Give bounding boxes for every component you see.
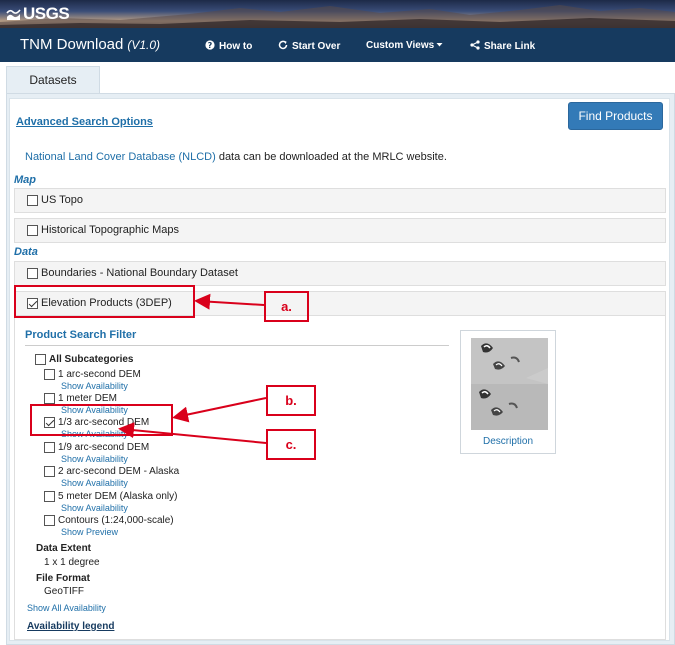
share-icon [470, 40, 480, 53]
app-title-text: TNM Download [20, 36, 124, 53]
section-label-map: Map [14, 174, 36, 186]
usgs-logo[interactable]: USGS [6, 3, 70, 25]
boundaries-checkbox[interactable] [27, 268, 38, 279]
subcategory-label: Contours (1:24,000-scale) [58, 515, 174, 526]
highlight-elevation-products [14, 285, 195, 318]
data-extent-label: Data Extent [36, 543, 92, 554]
subcategory-1-meter[interactable]: 1 meter DEM [44, 393, 117, 404]
all-subcategories-checkbox[interactable] [35, 354, 46, 365]
advanced-search-link[interactable]: Advanced Search Options [16, 116, 153, 128]
highlight-1-3-arc-second [30, 404, 173, 436]
datasets-content: Advanced Search Options Find Products Na… [9, 98, 670, 641]
elevation-hillshade-thumbnail [471, 338, 548, 430]
subcategory-contours[interactable]: Contours (1:24,000-scale) [44, 515, 174, 526]
description-link[interactable]: Description [461, 436, 555, 447]
subcategory-checkbox[interactable] [44, 442, 55, 453]
app-title: TNM Download (V1.0) [20, 36, 160, 53]
all-subcategories-label: All Subcategories [49, 354, 134, 365]
mountain-banner-graphic [0, 5, 675, 28]
subcategory-2-arc-second-alaska[interactable]: 2 arc-second DEM - Alaska [44, 466, 179, 477]
nlcd-note-text: data can be downloaded at the MRLC websi… [215, 151, 447, 163]
custom-views-label: Custom Views [366, 40, 435, 51]
show-preview-link[interactable]: Show Preview [61, 527, 118, 537]
nlcd-link[interactable]: National Land Cover Database (NLCD) [25, 151, 216, 163]
all-subcategories-option[interactable]: All Subcategories [35, 354, 133, 365]
find-products-button[interactable]: Find Products [568, 102, 663, 130]
show-availability-link[interactable]: Show Availability [61, 478, 128, 488]
start-over-link[interactable]: Start Over [278, 40, 340, 53]
file-format-value: GeoTIFF [44, 586, 85, 597]
historical-label: Historical Topographic Maps [41, 224, 179, 236]
tab-bar: Datasets [0, 62, 675, 94]
subcategory-label: 1/9 arc-second DEM [58, 442, 150, 453]
show-availability-link[interactable]: Show Availability [61, 381, 128, 391]
availability-legend-link[interactable]: Availability legend [27, 621, 114, 632]
caret-down-icon [436, 40, 443, 51]
question-circle-icon: ? [205, 40, 215, 53]
show-availability-link[interactable]: Show Availability [61, 454, 128, 464]
show-all-availability-link[interactable]: Show All Availability [27, 603, 106, 613]
usgs-logo-text: USGS [23, 4, 70, 23]
dataset-row-us-topo[interactable]: US Topo [14, 188, 666, 213]
show-availability-link[interactable]: Show Availability [61, 503, 128, 513]
subcategory-label: 1 meter DEM [58, 393, 117, 404]
section-label-data: Data [14, 246, 38, 258]
usgs-banner: USGS [0, 0, 675, 28]
dataset-row-historical[interactable]: Historical Topographic Maps [14, 218, 666, 243]
usgs-wave-icon [6, 9, 21, 20]
us-topo-label: US Topo [41, 194, 83, 206]
historical-checkbox[interactable] [27, 225, 38, 236]
top-nav-bar: TNM Download (V1.0) ? How to Start Over C… [0, 28, 675, 62]
refresh-icon [278, 40, 288, 53]
subcategory-checkbox[interactable] [44, 393, 55, 404]
us-topo-checkbox[interactable] [27, 195, 38, 206]
product-search-filter-title: Product Search Filter [25, 329, 137, 341]
callout-c: c. [266, 429, 316, 460]
how-to-label: How to [219, 41, 253, 52]
custom-views-dropdown[interactable]: Custom Views [366, 40, 443, 51]
subcategory-5-meter-alaska[interactable]: 5 meter DEM (Alaska only) [44, 491, 177, 502]
subcategory-label: 5 meter DEM (Alaska only) [58, 491, 178, 502]
subcategory-checkbox[interactable] [44, 466, 55, 477]
boundaries-label: Boundaries - National Boundary Dataset [41, 267, 238, 279]
subcategory-checkbox[interactable] [44, 491, 55, 502]
how-to-link[interactable]: ? How to [205, 40, 252, 53]
datasets-panel: Advanced Search Options Find Products Na… [6, 93, 675, 645]
dataset-row-boundaries[interactable]: Boundaries - National Boundary Dataset [14, 261, 666, 286]
subcategory-label: 1 arc-second DEM [58, 369, 141, 380]
share-link[interactable]: Share Link [470, 40, 535, 53]
data-extent-value: 1 x 1 degree [44, 557, 100, 568]
start-over-label: Start Over [292, 41, 341, 52]
subcategory-checkbox[interactable] [44, 369, 55, 380]
product-thumbnail-card[interactable]: Description [460, 330, 556, 454]
tab-datasets[interactable]: Datasets [6, 66, 100, 94]
callout-b: b. [266, 385, 316, 416]
share-link-label: Share Link [484, 41, 536, 52]
callout-a: a. [264, 291, 309, 322]
subcategory-1-9-arc-second[interactable]: 1/9 arc-second DEM [44, 442, 149, 453]
nlcd-note: National Land Cover Database (NLCD) data… [25, 151, 447, 163]
subcategory-checkbox[interactable] [44, 515, 55, 526]
app-version: (V1.0) [127, 38, 161, 52]
subcategory-1-arc-second[interactable]: 1 arc-second DEM [44, 369, 141, 380]
filter-divider [25, 345, 449, 346]
svg-text:?: ? [208, 41, 213, 50]
file-format-label: File Format [36, 573, 90, 584]
subcategory-label: 2 arc-second DEM - Alaska [58, 466, 180, 477]
